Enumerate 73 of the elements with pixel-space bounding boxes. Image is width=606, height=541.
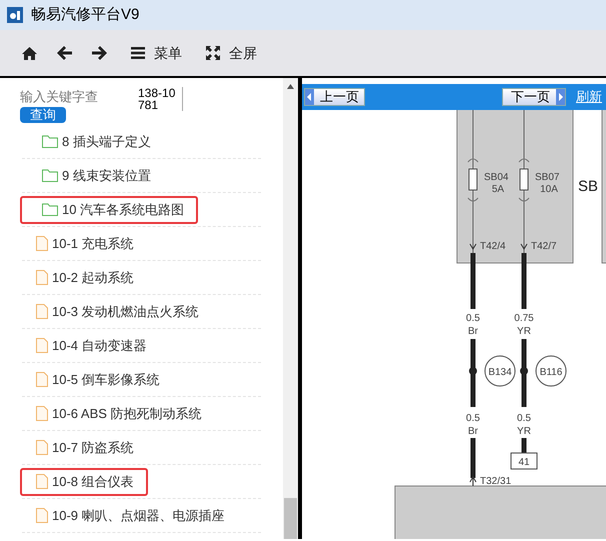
- menu-icon: [131, 47, 145, 59]
- tree-item[interactable]: 10-3 发动机燃油点火系统: [20, 298, 213, 326]
- fuse-symbol: [518, 158, 530, 202]
- tree-item[interactable]: 10-9 喇叭、点烟器、电源插座: [20, 502, 239, 530]
- fullscreen-button[interactable]: 全屏: [206, 42, 257, 64]
- next-page-button[interactable]: 下一页: [502, 88, 566, 106]
- tree-item[interactable]: 8 插头端子定义: [20, 128, 165, 156]
- folder-icon: [42, 135, 58, 148]
- tree-item[interactable]: 10-2 起动系统: [20, 264, 148, 292]
- scroll-up-icon[interactable]: [287, 84, 294, 89]
- splice-label: B116: [540, 367, 562, 378]
- wire: [522, 438, 526, 453]
- tree-item[interactable]: 10-7 防盗系统: [20, 434, 148, 462]
- tree-item[interactable]: 10-5 倒车影像系统: [20, 366, 174, 394]
- splice-dot: [469, 367, 477, 375]
- document-icon: [36, 474, 48, 489]
- wire-size: 0.5: [466, 413, 480, 424]
- scrollbar-thumb[interactable]: [284, 498, 297, 539]
- fuse-symbol: [468, 158, 478, 202]
- wire-color-code: YR: [517, 326, 531, 337]
- back-arrow-icon[interactable]: [57, 46, 72, 60]
- pin-arrow-icon: [470, 476, 476, 486]
- menu-button[interactable]: 菜单: [131, 42, 182, 64]
- search-field[interactable]: 输入关键字查: [20, 87, 130, 106]
- wire: [470, 253, 476, 309]
- splice-dot: [520, 367, 528, 375]
- folder-icon: [42, 203, 58, 216]
- wire: [470, 438, 476, 478]
- expand-icon: [206, 46, 220, 60]
- tree-item[interactable]: 10-1 充电系统: [20, 230, 148, 258]
- wire-size: 0.75: [514, 313, 534, 324]
- fuse-label: SB04: [484, 172, 508, 183]
- block-label: SB: [578, 178, 598, 195]
- fuse-label: SB07: [535, 172, 560, 183]
- document-icon: [36, 338, 48, 353]
- previous-page-button[interactable]: 上一页: [304, 88, 365, 106]
- fuse-rating: 5A: [492, 184, 504, 195]
- forward-arrow-icon[interactable]: [92, 46, 107, 60]
- terminal-label: 41: [518, 457, 530, 468]
- document-icon: [36, 270, 48, 285]
- search-button[interactable]: 查询: [20, 106, 66, 122]
- splice-circle: [536, 356, 566, 386]
- tree-item[interactable]: 9 线束安装位置: [20, 162, 165, 190]
- document-icon: [36, 440, 48, 455]
- document-icon: [36, 236, 48, 251]
- connector-label: T42/4: [480, 241, 506, 252]
- document-icon: [36, 372, 48, 387]
- document-icon: [36, 304, 48, 319]
- scrollbar[interactable]: [283, 78, 298, 539]
- connector-label: T32/31: [480, 476, 512, 487]
- fuse-rating: 10A: [540, 184, 558, 195]
- connector-label: T42/7: [531, 241, 557, 252]
- wire-color-code: Br: [468, 326, 478, 337]
- tree-item[interactable]: 10-6 ABS 防抱死制动系统: [20, 400, 216, 428]
- wire-color-code: Br: [468, 426, 478, 437]
- tree-item[interactable]: 10-4 自动变速器: [20, 332, 161, 360]
- window-title: 畅易汽修平台V9: [31, 4, 140, 25]
- document-icon: [36, 508, 48, 523]
- home-icon[interactable]: [22, 46, 37, 60]
- wire: [522, 253, 526, 309]
- app-logo-icon: [7, 7, 23, 23]
- wire-color-code: YR: [517, 426, 531, 437]
- splice-label: B134: [488, 367, 512, 378]
- terminal-box: [510, 452, 538, 470]
- wire-size: 0.5: [466, 313, 480, 324]
- phone-number: 138-10781: [138, 87, 183, 111]
- document-icon: [36, 406, 48, 421]
- splice-circle: [484, 356, 516, 386]
- folder-icon: [42, 169, 58, 182]
- wire-size: 0.5: [517, 413, 531, 424]
- tree-item[interactable]: 10 汽车各系统电路图: [20, 196, 198, 224]
- refresh-link[interactable]: 刷新: [576, 87, 602, 107]
- tree-item[interactable]: 10-8 组合仪表: [20, 468, 148, 496]
